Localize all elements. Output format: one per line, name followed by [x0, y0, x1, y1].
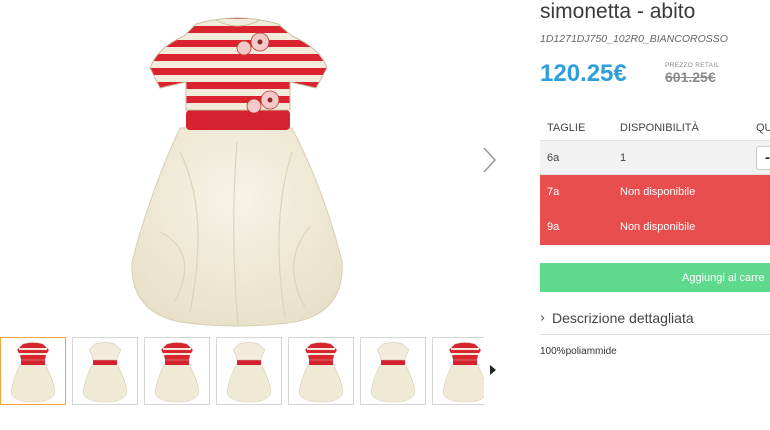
availability-value: Non disponibile: [620, 221, 696, 233]
product-thumbnail[interactable]: [216, 337, 282, 405]
size-label: 7a: [547, 186, 560, 198]
size-row-9a: 9a Non disponibile: [540, 210, 770, 245]
thumbnail-strip: [0, 337, 484, 405]
add-to-cart-button[interactable]: Aggiungi al carre: [540, 263, 770, 292]
product-price: 120.25€: [540, 60, 627, 87]
header-quantity: QU: [756, 122, 770, 134]
product-thumbnail[interactable]: [144, 337, 210, 405]
product-sku: 1D1271DJ750_102R0_BIANCOROSSO: [540, 33, 728, 45]
material-composition: 100%poliammide: [540, 346, 617, 357]
availability-value: 1: [620, 152, 627, 164]
product-thumbnail[interactable]: [72, 337, 138, 405]
product-thumbnail[interactable]: [288, 337, 354, 405]
size-table: TAGLIE DISPONIBILITÀ QU 6a 1 - 7a Non di…: [540, 118, 770, 245]
retail-price: 601.25€: [665, 69, 716, 85]
header-availability: DISPONIBILITÀ: [620, 122, 699, 134]
size-table-header: TAGLIE DISPONIBILITÀ QU: [540, 118, 770, 140]
product-thumbnail[interactable]: [0, 337, 66, 405]
next-image-arrow[interactable]: [480, 145, 500, 175]
retail-price-label: PREZZO RETAIL: [665, 62, 720, 69]
size-label: 9a: [547, 221, 560, 233]
header-size: TAGLIE: [547, 122, 586, 134]
description-toggle[interactable]: › Descrizione dettagliata: [540, 309, 770, 335]
quantity-decrement-button[interactable]: -: [756, 146, 770, 170]
product-main-image: [131, 17, 343, 327]
size-row-6a[interactable]: 6a 1 -: [540, 140, 770, 175]
product-thumbnail[interactable]: [360, 337, 426, 405]
size-row-7a: 7a Non disponibile: [540, 175, 770, 210]
size-label: 6a: [547, 152, 560, 164]
product-thumbnail[interactable]: [432, 337, 484, 405]
caret-right-icon[interactable]: [488, 364, 498, 376]
description-toggle-label: Descrizione dettagliata: [552, 310, 694, 326]
product-title: simonetta - abito: [540, 0, 696, 23]
availability-value: Non disponibile: [620, 186, 696, 198]
product-info-panel: simonetta - abito 1D1271DJ750_102R0_BIAN…: [540, 0, 770, 430]
chevron-right-icon: ›: [540, 311, 546, 326]
